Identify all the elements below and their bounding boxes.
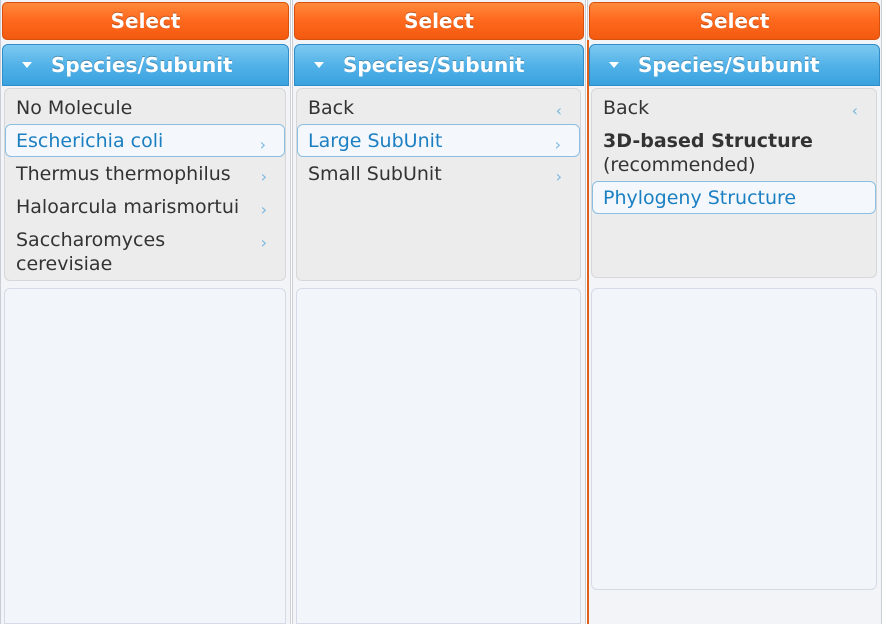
chevron-right-icon: › (260, 167, 267, 186)
list-item-escherichia-coli[interactable]: Escherichia coli › (5, 124, 285, 157)
panel-species: Select Species/Subunit No Molecule Esche… (0, 0, 291, 624)
list-item-haloarcula-marismortui[interactable]: Haloarcula marismortui › (5, 190, 285, 223)
list-item-saccharomyces-cerevisiae[interactable]: Saccharomyces cerevisiae › (5, 223, 285, 280)
section-title: Species/Subunit (343, 53, 525, 77)
section-header[interactable]: Species/Subunit (294, 44, 584, 86)
section-title: Species/Subunit (638, 53, 820, 77)
empty-area (591, 288, 877, 590)
section-header[interactable]: Species/Subunit (2, 44, 289, 86)
select-button[interactable]: Select (294, 2, 584, 40)
select-button[interactable]: Select (589, 2, 880, 40)
chevron-right-icon: › (554, 135, 561, 154)
chevron-right-icon: › (555, 167, 562, 186)
chevron-left-icon: ‹ (555, 101, 562, 120)
list-item-thermus-thermophilus[interactable]: Thermus thermophilus › (5, 157, 285, 190)
select-button[interactable]: Select (2, 2, 289, 40)
empty-area (4, 288, 286, 624)
triangle-down-icon (22, 62, 32, 68)
structure-list: Back ‹ 3D-based Structure (recommended) … (591, 88, 877, 278)
chevron-right-icon: › (260, 200, 267, 219)
panel-edge (587, 40, 589, 624)
section-title: Species/Subunit (51, 53, 233, 77)
list-item-back[interactable]: Back ‹ (592, 91, 876, 124)
chevron-right-icon: › (260, 233, 267, 252)
species-list: No Molecule Escherichia coli › Thermus t… (4, 88, 286, 281)
chevron-left-icon: ‹ (851, 101, 858, 120)
list-item-small-subunit[interactable]: Small SubUnit › (297, 157, 580, 190)
triangle-down-icon (609, 62, 619, 68)
list-item-3d-based-structure[interactable]: 3D-based Structure (recommended) (592, 124, 876, 181)
subunit-list: Back ‹ Large SubUnit › Small SubUnit › (296, 88, 581, 281)
list-item-no-molecule[interactable]: No Molecule (5, 91, 285, 124)
empty-area (296, 288, 581, 624)
chevron-right-icon: › (259, 135, 266, 154)
list-item-large-subunit[interactable]: Large SubUnit › (297, 124, 580, 157)
list-item-phylogeny-structure[interactable]: Phylogeny Structure (592, 181, 876, 214)
triangle-down-icon (314, 62, 324, 68)
panel-structure: Select Species/Subunit Back ‹ 3D-based S… (587, 0, 882, 624)
section-header[interactable]: Species/Subunit (589, 44, 880, 86)
panel-subunit: Select Species/Subunit Back ‹ Large SubU… (292, 0, 586, 624)
list-item-back[interactable]: Back ‹ (297, 91, 580, 124)
